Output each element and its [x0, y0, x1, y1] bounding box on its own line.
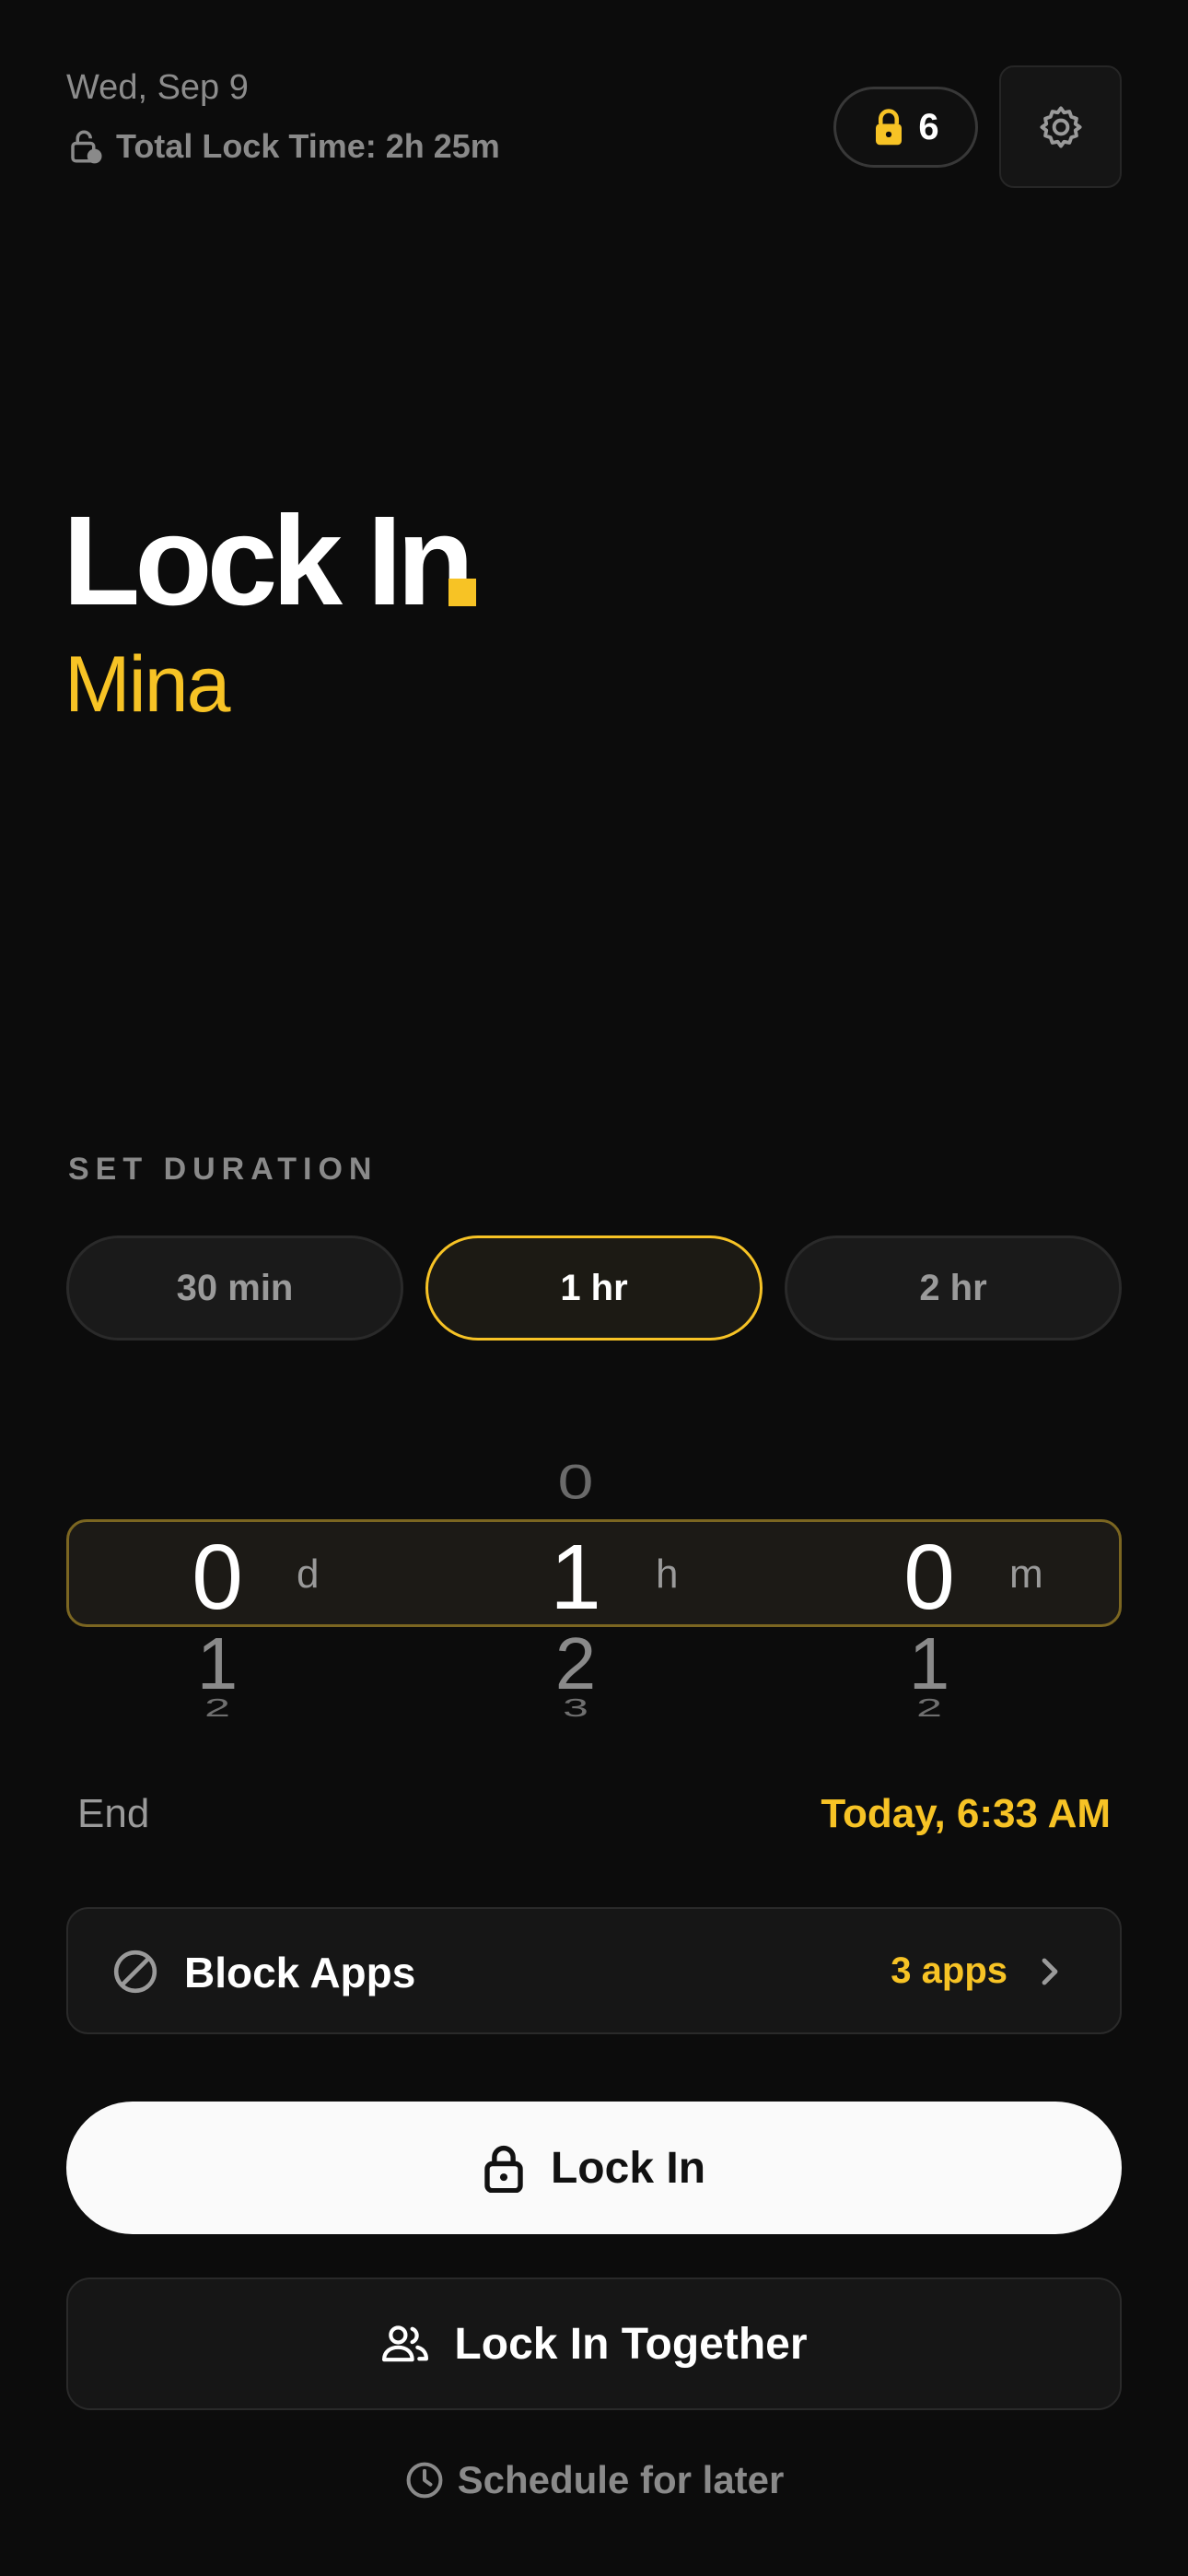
end-label: End	[77, 1791, 150, 1836]
user-name: Mina	[64, 640, 230, 729]
lock-clock-icon	[71, 130, 102, 164]
block-icon	[113, 1950, 157, 1994]
people-icon	[382, 2325, 429, 2362]
clock-icon	[406, 2462, 443, 2499]
hours-next-1[interactable]: 2	[520, 1627, 631, 1701]
set-duration-label: SET DURATION	[68, 1152, 379, 1187]
hours-next-2[interactable]: 3	[520, 1695, 631, 1721]
lock-icon	[876, 109, 903, 146]
current-date: Wed, Sep 9	[66, 68, 249, 107]
gear-icon	[1039, 105, 1082, 148]
settings-button[interactable]	[999, 65, 1122, 188]
hours-unit: h	[656, 1551, 679, 1597]
hero-accent-dot	[448, 579, 476, 606]
lock-count-badge[interactable]: 6	[833, 87, 978, 168]
lock-in-button[interactable]: Lock In	[66, 2102, 1122, 2234]
minutes-next-2[interactable]: 2	[874, 1695, 984, 1721]
hours-selected[interactable]: 1	[520, 1531, 631, 1623]
lock-in-screen: Wed, Sep 9 Total Lock Time: 2h 25m 6 Loc…	[0, 0, 1188, 2576]
block-apps-count: 3 apps	[891, 1950, 1007, 1991]
lock-count: 6	[918, 106, 939, 147]
hours-prev[interactable]: 0	[520, 1458, 631, 1506]
preset-30-min[interactable]: 30 min	[66, 1235, 403, 1341]
days-unit: d	[297, 1551, 320, 1597]
minutes-selected[interactable]: 0	[874, 1531, 984, 1623]
days-next-2[interactable]: 2	[162, 1695, 273, 1721]
days-next-1[interactable]: 1	[162, 1627, 273, 1701]
block-apps-label: Block Apps	[184, 1949, 416, 1996]
lock-icon	[484, 2145, 523, 2193]
schedule-later-label: Schedule for later	[457, 2458, 785, 2501]
days-selected[interactable]: 0	[162, 1531, 273, 1623]
lock-in-button-label: Lock In	[550, 2143, 706, 2193]
lock-in-together-button[interactable]: Lock In Together	[66, 2277, 1122, 2410]
preset-1-hr[interactable]: 1 hr	[425, 1235, 763, 1341]
total-lock-time-label: Total Lock Time: 2h 25m	[116, 127, 500, 165]
minutes-next-1[interactable]: 1	[874, 1627, 984, 1701]
total-lock-time: Total Lock Time: 2h 25m	[66, 127, 500, 166]
chevron-right-icon	[1042, 1958, 1058, 1985]
lock-in-together-label: Lock In Together	[454, 2319, 808, 2369]
preset-2-hr[interactable]: 2 hr	[785, 1235, 1122, 1341]
hero-title: Lock In	[63, 490, 474, 632]
end-time: Today, 6:33 AM	[821, 1791, 1111, 1836]
minutes-unit: m	[1009, 1551, 1043, 1597]
schedule-later-link[interactable]: Schedule for later	[0, 2458, 1188, 2502]
